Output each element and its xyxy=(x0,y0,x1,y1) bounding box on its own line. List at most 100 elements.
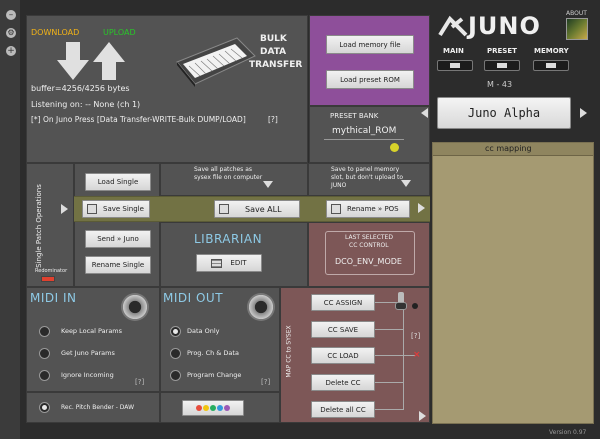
add-icon[interactable]: + xyxy=(6,46,16,56)
load-preset-button[interactable]: Load preset ROM xyxy=(326,70,414,89)
preset-bank-underline xyxy=(324,139,404,140)
cc-control-value: DCO_ENV_MODE xyxy=(335,257,402,266)
delete-all-cc-button[interactable]: Delete all CC xyxy=(311,401,375,418)
map-help[interactable]: [?] xyxy=(411,332,420,340)
rename-pos-button[interactable]: Rename » POS xyxy=(326,200,410,218)
cc-control-panel: LAST SELECTED CC CONTROL DCO_ENV_MODE xyxy=(308,222,430,287)
save-all-arrow-icon[interactable] xyxy=(263,181,273,188)
redominator-switch[interactable] xyxy=(41,276,55,282)
preset-label: PRESET xyxy=(487,47,517,55)
minimize-icon[interactable]: – xyxy=(6,10,16,20)
single-ops-label: Single Patch Operations xyxy=(34,184,43,268)
preset-bank-panel: PRESET BANK mythical_ROM xyxy=(309,106,430,163)
download-arrow-icon[interactable] xyxy=(57,42,89,80)
main-toggle[interactable] xyxy=(437,60,473,71)
midi-port-icon xyxy=(247,293,275,321)
left-toolbar: – ⚙ + xyxy=(0,0,20,439)
color-panel xyxy=(160,392,280,423)
midi-out-option-1-radio[interactable] xyxy=(170,326,181,337)
midi-out-option-2[interactable]: Prog. Ch & Data xyxy=(187,349,239,357)
load-memory-button[interactable]: Load memory file xyxy=(326,35,414,54)
midi-in-option-2[interactable]: Get Juno Params xyxy=(61,349,115,357)
load-single-button[interactable]: Load Single xyxy=(85,173,151,191)
next-patch-icon[interactable] xyxy=(580,108,587,118)
save-all-note: Save all patches as sysex file on comput… xyxy=(194,166,263,181)
save-slot-note: Save to panel memory slot, but don't upl… xyxy=(331,166,404,189)
synth-keyboard-icon xyxy=(176,37,256,87)
gold-emblem-icon xyxy=(566,18,588,40)
patch-name: Juno Alpha xyxy=(467,106,541,120)
wire xyxy=(375,382,403,383)
edit-button[interactable]: EDIT xyxy=(196,254,262,272)
rename-single-button[interactable]: Rename Single xyxy=(85,256,151,274)
juno-logo: JUNO xyxy=(438,12,560,42)
librarian-panel: Save all patches as sysex file on comput… xyxy=(160,163,308,287)
midi-out-help[interactable]: [?] xyxy=(261,378,270,386)
cc-load-button[interactable]: CC LOAD xyxy=(311,347,375,364)
settings-icon[interactable]: ⚙ xyxy=(6,28,16,38)
midi-in-option-1-radio[interactable] xyxy=(39,326,50,337)
midi-in-option-3[interactable]: Ignore Incoming xyxy=(61,371,114,379)
color-theme-button[interactable] xyxy=(182,400,244,416)
preset-bank-value[interactable]: mythical_ROM xyxy=(332,126,396,136)
map-cc-panel: MAP CC to SYSEX CC ASSIGN CC SAVE CC LOA… xyxy=(280,287,430,423)
bulk-title-line3: TRANSFER xyxy=(249,60,303,70)
version-label: Version 0.97 xyxy=(549,429,587,436)
midi-in-option-1[interactable]: Keep Local Params xyxy=(61,327,122,335)
ok-indicator-icon xyxy=(390,143,399,152)
single-ops-side: Single Patch Operations Redominator xyxy=(26,163,74,287)
patch-id: M - 43 xyxy=(487,80,513,89)
cc-control-title-2: CC CONTROL xyxy=(349,242,389,249)
librarian-title: LIBRARIAN xyxy=(194,232,263,246)
single-ops-arrow-icon[interactable] xyxy=(61,204,68,214)
stack-icon xyxy=(211,258,223,268)
listening-status: Listening on: -- None (ch 1) xyxy=(31,100,141,109)
memory-label: MEMORY xyxy=(534,47,569,55)
preset-bank-label: PRESET BANK xyxy=(330,112,379,120)
cc-save-button[interactable]: CC SAVE xyxy=(311,321,375,338)
send-juno-button[interactable]: Send » Juno xyxy=(85,230,151,248)
wire xyxy=(375,329,403,330)
midi-in-help[interactable]: [?] xyxy=(135,378,144,386)
cc-mapping-arrow-icon[interactable] xyxy=(419,411,426,421)
pitch-bender-label[interactable]: Rec. Pitch Bender - DAW xyxy=(61,404,134,411)
delete-cc-button[interactable]: Delete CC xyxy=(311,374,375,391)
midi-in-panel: MIDI IN Keep Local Params Get Juno Param… xyxy=(26,287,160,392)
about-link[interactable]: ABOUT xyxy=(566,10,587,17)
save-single-button[interactable]: Save Single xyxy=(82,200,150,218)
bulk-help[interactable]: [?] xyxy=(268,115,278,124)
bulk-title-line2: DATA xyxy=(260,47,287,57)
color-dots-icon xyxy=(196,405,230,411)
midi-in-option-3-radio[interactable] xyxy=(39,370,50,381)
preset-toggle[interactable] xyxy=(484,60,520,71)
midi-out-option-2-radio[interactable] xyxy=(170,348,181,359)
bulk-transfer-panel: DOWNLOAD UPLOAD BULK DATA TRANSFER buffe… xyxy=(26,15,308,163)
save-strip-arrow-icon[interactable] xyxy=(418,203,425,213)
pitch-bender-radio[interactable] xyxy=(39,402,50,413)
wire xyxy=(375,355,415,356)
map-cc-label: MAP CC to SYSEX xyxy=(285,325,293,378)
patch-name-display[interactable]: Juno Alpha xyxy=(437,97,571,129)
upload-arrow-icon[interactable] xyxy=(93,42,125,80)
memory-toggle[interactable] xyxy=(533,60,569,71)
disconnect-x-icon[interactable]: × xyxy=(413,350,421,360)
redominator-label: Redominator xyxy=(35,268,68,274)
midi-out-option-3[interactable]: Program Change xyxy=(187,371,241,379)
wire xyxy=(403,302,404,410)
save-slot-arrow-icon[interactable] xyxy=(401,180,411,187)
download-label: DOWNLOAD xyxy=(31,28,80,37)
midi-out-option-1[interactable]: Data Only xyxy=(187,327,219,335)
midi-port-icon xyxy=(121,293,149,321)
cc-mapping-title: cc mapping xyxy=(485,144,532,153)
memory-panel: Load memory file Load preset ROM xyxy=(309,15,430,106)
main-label: MAIN xyxy=(443,47,464,55)
prev-patch-icon[interactable] xyxy=(421,108,428,118)
floppy-icon xyxy=(87,204,97,214)
cc-control-title-1: LAST SELECTED xyxy=(345,234,393,241)
midi-out-option-3-radio[interactable] xyxy=(170,370,181,381)
cc-assign-button[interactable]: CC ASSIGN xyxy=(311,294,375,311)
assign-joystick-icon[interactable] xyxy=(394,292,408,312)
upload-label: UPLOAD xyxy=(103,28,136,37)
save-slot-panel: Save to panel memory slot, but don't upl… xyxy=(308,163,430,196)
midi-in-option-2-radio[interactable] xyxy=(39,348,50,359)
